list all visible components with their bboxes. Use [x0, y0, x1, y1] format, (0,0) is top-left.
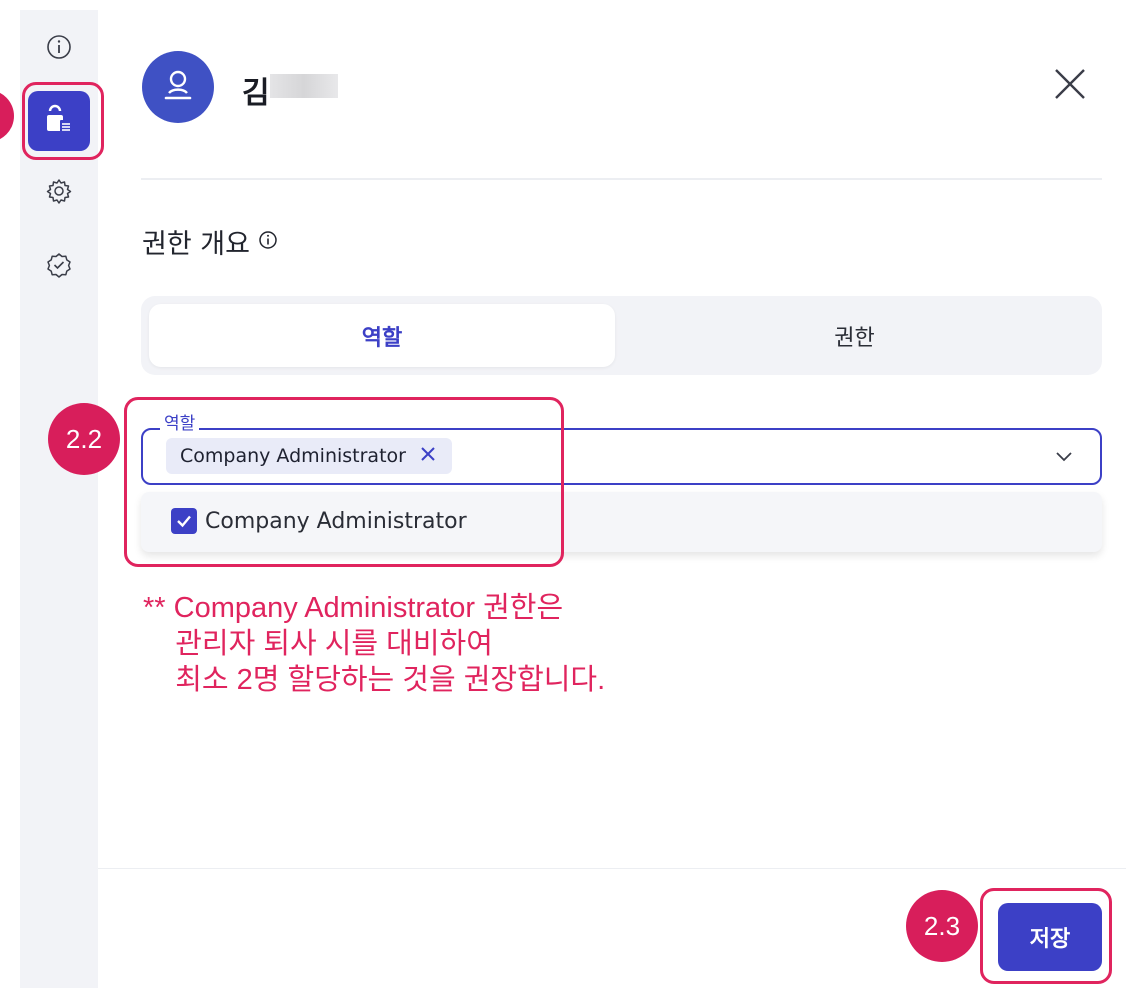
close-icon	[1050, 69, 1090, 108]
section-title-text: 권한 개요	[142, 229, 250, 260]
tab-permissions[interactable]: 권한	[615, 304, 1094, 367]
info-icon[interactable]	[258, 226, 278, 257]
annotation-note: ** Company Administrator 권한은 관리자 퇴사 시를 대…	[143, 592, 606, 696]
tab-roles[interactable]: 역할	[149, 304, 615, 367]
avatar	[142, 51, 214, 123]
select-highlight	[124, 397, 564, 567]
gear-icon[interactable]	[41, 173, 77, 209]
header-divider	[141, 178, 1102, 180]
save-highlight	[980, 888, 1112, 984]
role-permission-tabs: 역할 권한	[141, 296, 1102, 375]
redacted-name-blur	[270, 74, 338, 98]
step-badge-2-3: 2.3	[906, 890, 978, 962]
verified-badge-icon[interactable]	[41, 247, 77, 283]
section-title: 권한 개요	[142, 222, 278, 261]
chevron-down-icon[interactable]	[1052, 446, 1076, 466]
step-badge-partial	[0, 90, 14, 142]
info-circle-icon[interactable]	[41, 29, 77, 65]
step-badge-2-2: 2.2	[48, 403, 120, 475]
rail-highlight	[22, 82, 104, 160]
user-icon	[161, 67, 195, 107]
user-name: 김	[242, 76, 270, 111]
close-button[interactable]	[1050, 64, 1090, 104]
footer-divider	[98, 868, 1126, 869]
